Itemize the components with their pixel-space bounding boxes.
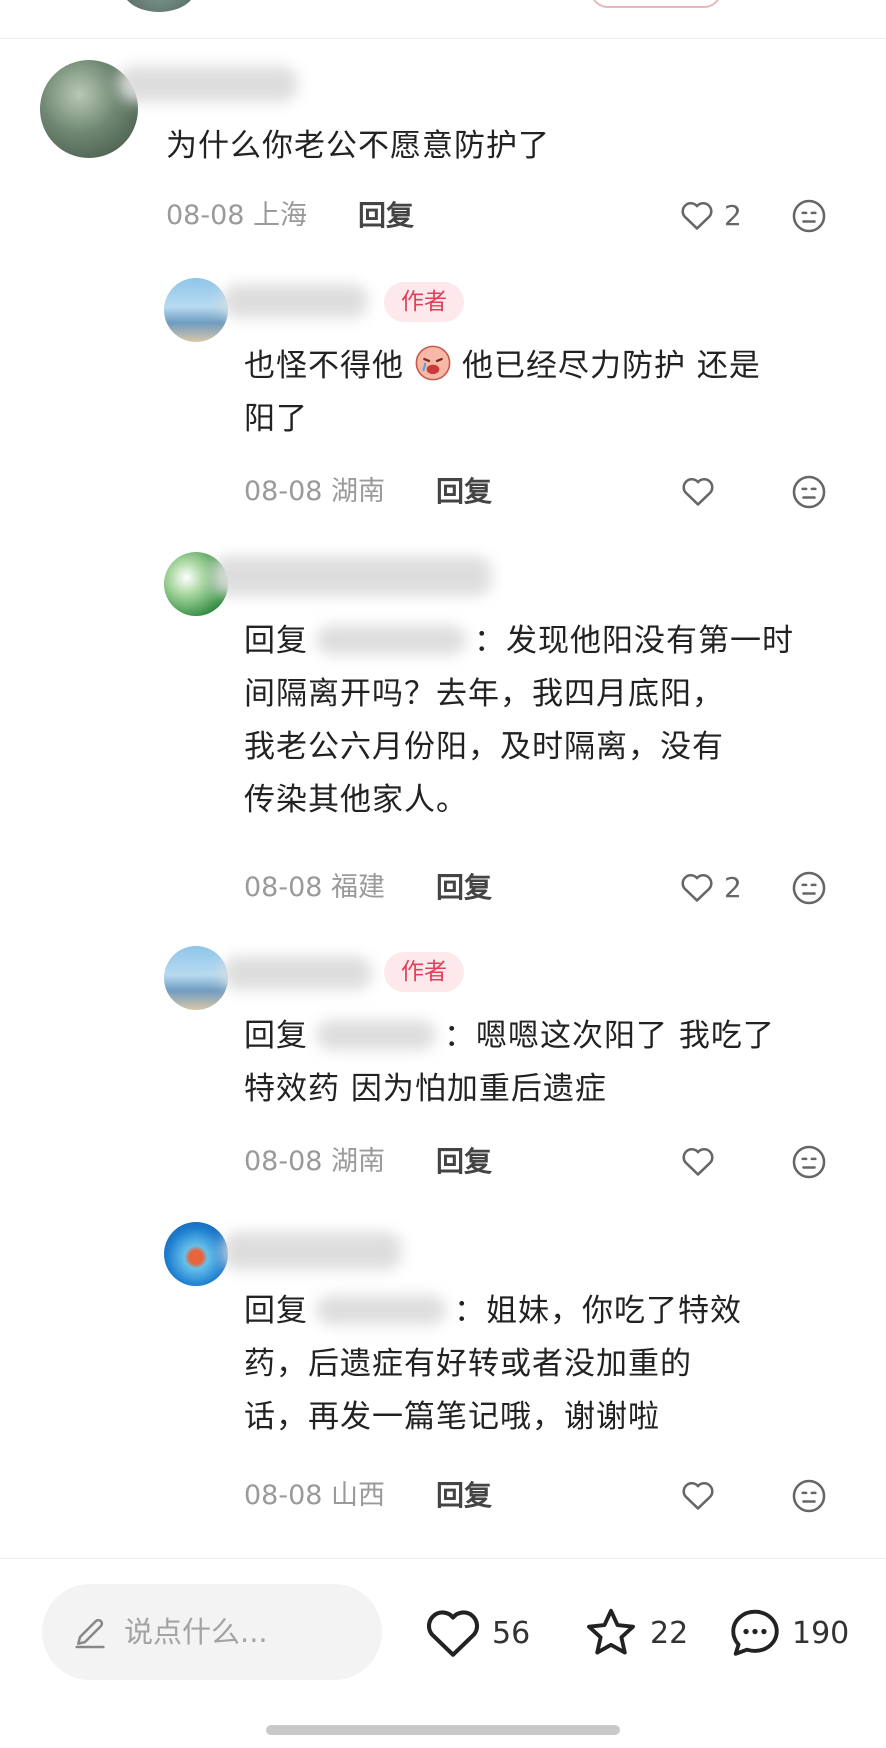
comment-text-part: 也怪不得他 [244,348,404,384]
comment-input-placeholder: 说点什么... [124,1615,268,1649]
username-redacted[interactable] [222,956,372,990]
comment-text-part: ：发现他阳没有第一时 [474,623,794,659]
author-badge: 作者 [384,282,464,322]
meh-face-icon[interactable] [790,869,828,907]
reply-button[interactable]: 回复 [436,1142,492,1182]
avatar[interactable] [164,1222,228,1286]
previous-avatar [122,0,196,12]
like-count: 56 [492,1616,531,1651]
comment-text: 回复 ：姐妹，你吃了特效 药，后遗症有好转或者没加重的 话，再发一篇笔记哦，谢谢啦 [244,1285,864,1444]
avatar[interactable] [164,946,228,1010]
reply-prefix: 回复 [244,623,308,659]
star-icon[interactable] [582,1604,640,1662]
mention-redacted[interactable] [316,1295,446,1325]
author-badge: 作者 [384,952,464,992]
comment-date: 08-08 福建 [244,872,386,903]
heart-icon[interactable] [679,1476,717,1514]
chat-bubble-icon[interactable] [726,1604,784,1662]
like-count: 2 [724,199,742,232]
crying-face-emoji [414,344,452,382]
comment-text-part: 药，后遗症有好转或者没加重的 [244,1346,692,1382]
reply-button[interactable]: 回复 [436,868,492,908]
bottom-bar-divider [0,1558,886,1559]
meh-face-icon[interactable] [790,1143,828,1181]
comment-count: 190 [792,1616,850,1651]
username-redacted[interactable] [212,556,492,596]
comment-text: 回复 ：发现他阳没有第一时 间隔离开吗？去年，我四月底阳， 我老公六月份阳，及时隔… [244,615,864,827]
comment-text-part: ：姐妹，你吃了特效 [454,1293,742,1329]
heart-icon[interactable] [679,472,717,510]
divider [0,38,886,39]
reply-prefix: 回复 [244,1293,308,1329]
comment-input[interactable]: 说点什么... [42,1584,382,1680]
comment-text-part: 我老公六月份阳，及时隔离，没有 [244,729,724,765]
meh-face-icon[interactable] [790,1477,828,1515]
username-redacted[interactable] [222,284,368,318]
like-count: 2 [724,871,742,904]
heart-icon[interactable] [424,1606,482,1660]
comment-text-part: 话，再发一篇笔记哦，谢谢啦 [244,1399,660,1435]
comment-text-part: 阳了 [244,401,308,437]
previous-follow-button[interactable] [590,0,722,8]
mention-redacted[interactable] [316,625,466,655]
comment-text-part: 特效药 因为怕加重后遗症 [244,1071,607,1107]
comment-date: 08-08 上海 [166,200,308,231]
comment-text: 回复 ：嗯嗯这次阳了 我吃了 特效药 因为怕加重后遗症 [244,1010,864,1116]
avatar[interactable] [164,278,228,342]
comment-date: 08-08 湖南 [244,476,386,507]
username-redacted[interactable] [118,66,298,102]
meh-face-icon[interactable] [790,473,828,511]
comment-text-part: ：嗯嗯这次阳了 我吃了 [444,1018,775,1054]
reply-button[interactable]: 回复 [436,1476,492,1516]
comment-date: 08-08 湖南 [244,1146,386,1177]
home-indicator[interactable] [266,1725,620,1735]
star-count: 22 [650,1616,689,1651]
reply-button[interactable]: 回复 [358,196,414,236]
comment-text-part: 他已经尽力防护 还是 [462,348,761,384]
heart-icon[interactable] [678,196,716,234]
heart-icon[interactable] [679,1142,717,1180]
meh-face-icon[interactable] [790,197,828,235]
heart-icon[interactable] [678,868,716,906]
comment-date: 08-08 山西 [244,1480,386,1511]
comment-text-part: 间隔离开吗？去年，我四月底阳， [244,676,724,712]
comment-text-part: 传染其他家人。 [244,782,468,818]
comment-text: 也怪不得他 他已经尽力防护 还是 阳了 [244,340,844,446]
pencil-icon [70,1612,110,1652]
reply-button[interactable]: 回复 [436,472,492,512]
username-redacted[interactable] [222,1232,402,1270]
comment-text: 为什么你老公不愿意防护了 [166,128,550,164]
mention-redacted[interactable] [316,1020,436,1050]
reply-prefix: 回复 [244,1018,308,1054]
